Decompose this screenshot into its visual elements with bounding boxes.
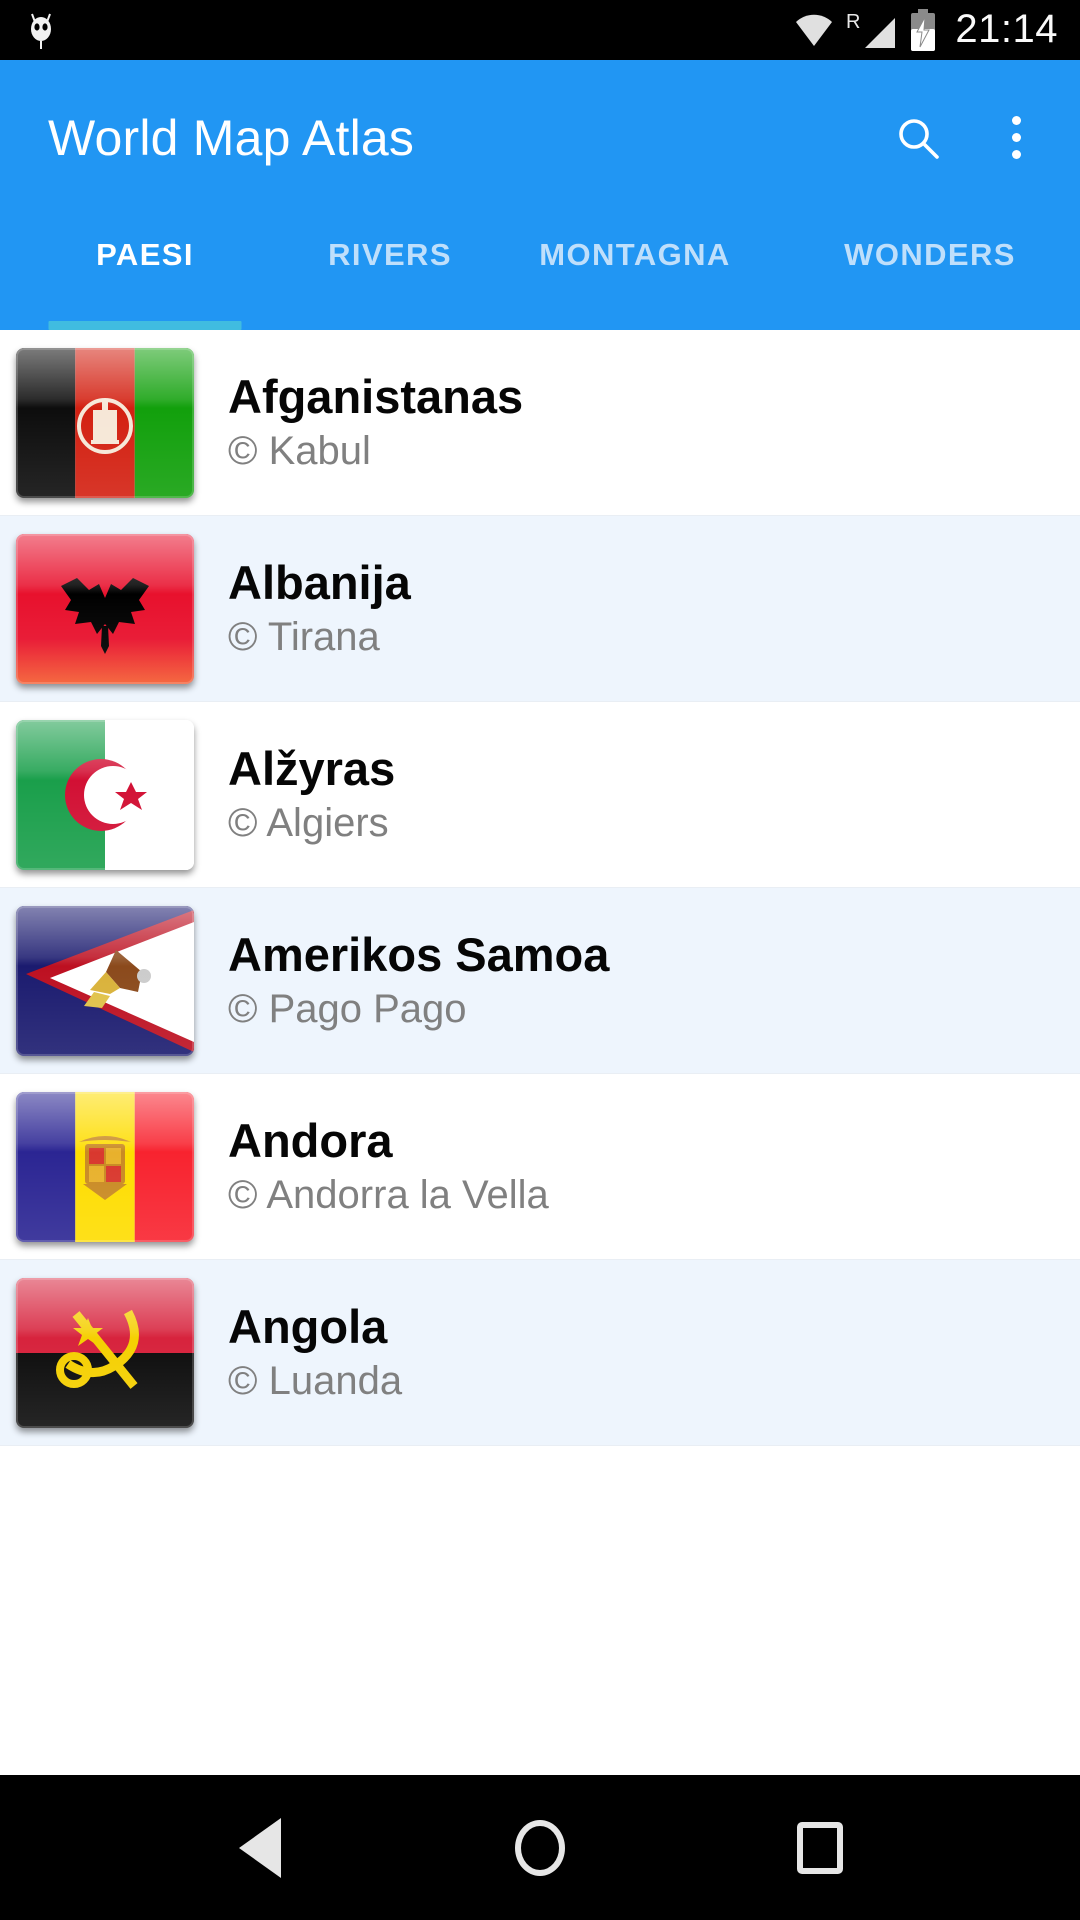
tab-label: RIVERS bbox=[328, 237, 452, 272]
capital-name: © Algiers bbox=[228, 800, 389, 845]
capital-name: © Tirana bbox=[228, 614, 380, 659]
table-row[interactable]: Angola © Luanda bbox=[0, 1260, 1080, 1446]
table-row[interactable]: Afganistanas © Kabul bbox=[0, 330, 1080, 516]
table-row[interactable]: Amerikos Samoa © Pago Pago bbox=[0, 888, 1080, 1074]
tab-wonders[interactable]: WONDERS bbox=[780, 237, 1080, 330]
country-name: Alžyras bbox=[228, 742, 396, 796]
overflow-menu-icon bbox=[1011, 116, 1021, 159]
row-text: Alžyras © Algiers bbox=[194, 742, 396, 845]
app-bar-top: World Map Atlas bbox=[0, 60, 1080, 215]
tab-label: PAESI bbox=[96, 237, 194, 272]
flag-albania-icon bbox=[16, 533, 194, 684]
country-name: Albanija bbox=[228, 556, 411, 610]
app-bar-actions bbox=[890, 110, 1044, 166]
status-bar-clock: 21:14 bbox=[955, 7, 1058, 51]
tab-label: WONDERS bbox=[844, 237, 1016, 272]
home-button[interactable] bbox=[485, 1793, 595, 1903]
capital-name: © Andorra la Vella bbox=[228, 1172, 549, 1217]
row-text: Afganistanas © Kabul bbox=[194, 370, 524, 473]
search-icon bbox=[895, 115, 941, 161]
system-navigation-bar bbox=[0, 1775, 1080, 1920]
flag-afghanistan-icon bbox=[16, 347, 194, 498]
flag-algeria-icon bbox=[16, 719, 194, 870]
page-title: World Map Atlas bbox=[48, 109, 415, 166]
tab-paesi[interactable]: PAESI bbox=[0, 237, 290, 330]
search-button[interactable] bbox=[890, 110, 946, 166]
wifi-icon bbox=[794, 12, 834, 48]
flag-american-samoa-icon bbox=[16, 905, 194, 1056]
status-bar-notifications bbox=[24, 10, 58, 50]
overflow-menu-button[interactable] bbox=[988, 110, 1044, 166]
roaming-label: R bbox=[845, 11, 861, 33]
battery-charging-icon bbox=[909, 9, 937, 51]
tab-rivers[interactable]: RIVERS bbox=[290, 237, 490, 330]
owl-icon bbox=[24, 10, 58, 50]
tab-bar: PAESI RIVERS MONTAGNA WONDERS bbox=[0, 215, 1080, 330]
signal-icon: R bbox=[846, 10, 897, 50]
tab-label: MONTAGNA bbox=[539, 237, 731, 272]
status-bar: R 21:14 bbox=[0, 0, 1080, 60]
table-row[interactable]: Alžyras © Algiers bbox=[0, 702, 1080, 888]
table-row[interactable]: Andora © Andorra la Vella bbox=[0, 1074, 1080, 1260]
capital-name: © Kabul bbox=[228, 428, 371, 473]
table-row[interactable]: Albanija © Tirana bbox=[0, 516, 1080, 702]
app-screen: R 21:14 World Map Atlas PAESI RIVERS MON… bbox=[0, 0, 1080, 1920]
recents-icon bbox=[797, 1821, 843, 1874]
capital-name: © Pago Pago bbox=[228, 986, 467, 1031]
flag-angola-icon bbox=[16, 1277, 194, 1428]
app-bar: World Map Atlas PAESI RIVERS MONTAGNA WO… bbox=[0, 60, 1080, 330]
row-text: Amerikos Samoa © Pago Pago bbox=[194, 928, 610, 1031]
status-bar-indicators: R 21:14 bbox=[794, 9, 1058, 51]
country-name: Amerikos Samoa bbox=[228, 928, 610, 982]
recents-button[interactable] bbox=[765, 1793, 875, 1903]
tab-montagna[interactable]: MONTAGNA bbox=[490, 237, 780, 330]
country-name: Angola bbox=[228, 1300, 388, 1354]
capital-name: © Luanda bbox=[228, 1358, 403, 1403]
row-text: Albanija © Tirana bbox=[194, 556, 411, 659]
back-icon bbox=[239, 1817, 281, 1878]
flag-andorra-icon bbox=[16, 1091, 194, 1242]
tab-indicator bbox=[48, 321, 242, 330]
row-text: Angola © Luanda bbox=[194, 1300, 403, 1403]
home-icon bbox=[515, 1819, 565, 1876]
row-text: Andora © Andorra la Vella bbox=[194, 1114, 549, 1217]
country-name: Andora bbox=[228, 1114, 393, 1168]
country-name: Afganistanas bbox=[228, 370, 524, 424]
back-button[interactable] bbox=[205, 1793, 315, 1903]
country-list[interactable]: Afganistanas © Kabul Albanija © Tirana A… bbox=[0, 330, 1080, 1775]
